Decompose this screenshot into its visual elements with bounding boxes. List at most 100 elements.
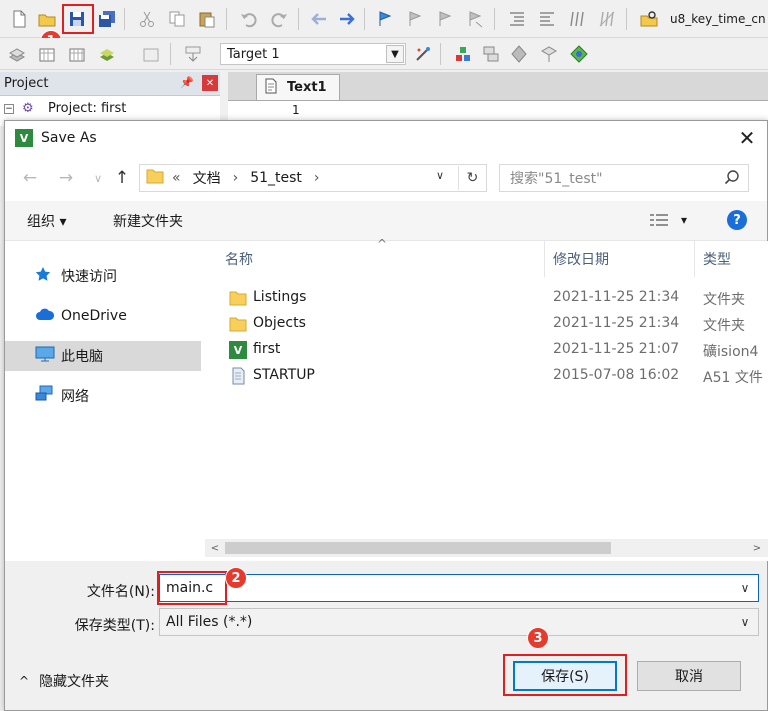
back-button[interactable]: ← [19,167,41,189]
build-icon[interactable] [36,43,58,65]
breadcrumb-separator[interactable]: › [314,170,320,186]
navigation-bar: ← → ∨ ↑ « 文档 › 51_test › ∨ ↻ 搜索"51_test" [5,155,767,201]
chevron-down-icon[interactable]: ∨ [436,169,444,182]
cancel-button-label: 取消 [675,669,703,685]
filetype-value: All Files (*.*) [166,614,253,630]
file-browser: 快速访问 OneDrive 此电脑 网络 名称 ^ 修改日期 类型 Listin… [5,237,768,561]
scroll-right-icon[interactable]: > [749,541,765,555]
download-icon[interactable] [182,43,204,65]
search-icon[interactable] [724,169,740,189]
cut-icon[interactable] [136,8,158,30]
clear-bookmarks-icon[interactable] [464,8,486,30]
uncomment-icon[interactable] [596,8,618,30]
nav-forward-icon[interactable] [336,8,358,30]
target-select[interactable]: Target 1 ▼ [220,43,406,65]
target-options-icon[interactable] [412,43,434,65]
bookmark-icon[interactable] [374,8,396,30]
target-value: Target 1 [227,46,280,62]
view-dropdown-button[interactable]: ▾ [681,213,687,227]
pin-icon[interactable]: 📌 [180,76,194,89]
manage-components-icon[interactable] [452,43,474,65]
filename-input[interactable]: main.c ∨ [159,574,759,602]
hide-folders-label: 隐藏文件夹 [39,674,110,690]
breadcrumb-overflow[interactable]: « [172,170,181,186]
redo-icon[interactable] [268,8,290,30]
table-row[interactable]: Listings 2021-11-25 21:34 文件夹 [205,285,768,311]
hide-folders-toggle[interactable]: ^ 隐藏文件夹 [19,671,109,691]
tab-text1[interactable]: Text1 [256,74,340,100]
rte-icon[interactable] [568,43,590,65]
nav-item-label: OneDrive [61,308,127,324]
save-as-dialog: V Save As ✕ ← → ∨ ↑ « 文档 › 51_test › ∨ ↻… [4,120,768,711]
close-icon[interactable]: ✕ [202,75,218,91]
filename-label: 文件名(N): [86,584,155,600]
table-row[interactable]: Objects 2021-11-25 21:34 文件夹 [205,311,768,337]
breadcrumb-item-documents[interactable]: 文档 [193,168,221,188]
find-in-files-icon[interactable] [638,8,660,30]
column-header-type[interactable]: 类型 [695,241,768,277]
project-root-item[interactable]: Project: first [48,101,126,116]
nav-item-label: 网络 [61,389,89,405]
address-bar[interactable]: « 文档 › 51_test › ∨ ↻ [139,164,487,192]
rebuild-icon[interactable] [66,43,88,65]
annotation-box-save [62,4,94,34]
copy-icon[interactable] [166,8,188,30]
select-packs-icon[interactable] [538,43,560,65]
new-folder-button[interactable]: 新建文件夹 [113,211,183,231]
refresh-icon[interactable]: ↻ [458,166,486,190]
column-header-name[interactable]: 名称 ^ [205,237,545,277]
next-bookmark-icon[interactable] [434,8,456,30]
forward-button[interactable]: → [55,167,77,189]
navigation-pane: 快速访问 OneDrive 此电脑 网络 [5,241,205,561]
collapse-icon[interactable]: − [4,104,14,114]
prev-bookmark-icon[interactable] [404,8,426,30]
column-header-date[interactable]: 修改日期 [545,241,695,277]
file-name: STARTUP [253,367,315,383]
paste-icon[interactable] [196,8,218,30]
project-pane-title: Project [4,76,49,91]
file-type: 文件夹 [703,318,745,334]
new-file-icon[interactable] [8,8,30,30]
view-options-icon[interactable] [649,212,669,232]
open-folder-icon[interactable] [36,8,58,30]
scrollbar-thumb[interactable] [225,542,611,554]
file-type: 文件夹 [703,292,745,308]
horizontal-scrollbar[interactable]: < > [205,539,768,557]
file-combo[interactable]: u8_key_time_cn [670,12,766,26]
chevron-down-icon[interactable]: ▼ [386,45,404,63]
nav-item-network[interactable]: 网络 [5,381,201,411]
nav-back-icon[interactable] [308,8,330,30]
help-icon[interactable]: ? [727,210,747,230]
chevron-down-icon[interactable]: ∨ [738,581,752,595]
pack-installer-icon[interactable] [508,43,530,65]
nav-item-this-pc[interactable]: 此电脑 [5,341,201,371]
filetype-select[interactable]: All Files (*.*) ∨ [159,608,759,636]
dialog-close-button[interactable]: ✕ [735,126,759,150]
nav-item-label: 快速访问 [61,269,117,285]
batch-build-icon[interactable] [96,43,118,65]
file-extensions-icon[interactable] [480,43,502,65]
breadcrumb-separator[interactable]: › [233,170,239,186]
folder-icon [229,316,247,336]
save-all-icon[interactable] [96,8,118,30]
search-input[interactable]: 搜索"51_test" [499,164,749,192]
undo-icon[interactable] [238,8,260,30]
indent-icon[interactable] [506,8,528,30]
nav-item-onedrive[interactable]: OneDrive [5,301,201,331]
comment-icon[interactable] [566,8,588,30]
breadcrumb-item-51-test[interactable]: 51_test [250,170,302,186]
up-button[interactable]: ↑ [111,167,133,189]
nav-item-quick-access[interactable]: 快速访问 [5,261,201,291]
keil-logo-icon: V [15,129,33,147]
recent-locations-button[interactable]: ∨ [87,167,109,189]
cancel-button[interactable]: 取消 [637,661,741,691]
file-list: 名称 ^ 修改日期 类型 Listings 2021-11-25 21:34 文… [205,237,768,561]
table-row[interactable]: V first 2021-11-25 21:07 礦ision4 [205,337,768,363]
unindent-icon[interactable] [536,8,558,30]
table-row[interactable]: STARTUP 2015-07-08 16:02 A51 文件 [205,363,768,389]
chevron-down-icon[interactable]: ∨ [738,615,752,629]
stop-build-icon[interactable] [140,43,162,65]
scroll-left-icon[interactable]: < [207,541,223,555]
organize-button[interactable]: 组织 ▾ [27,211,66,231]
translate-icon[interactable] [6,43,28,65]
